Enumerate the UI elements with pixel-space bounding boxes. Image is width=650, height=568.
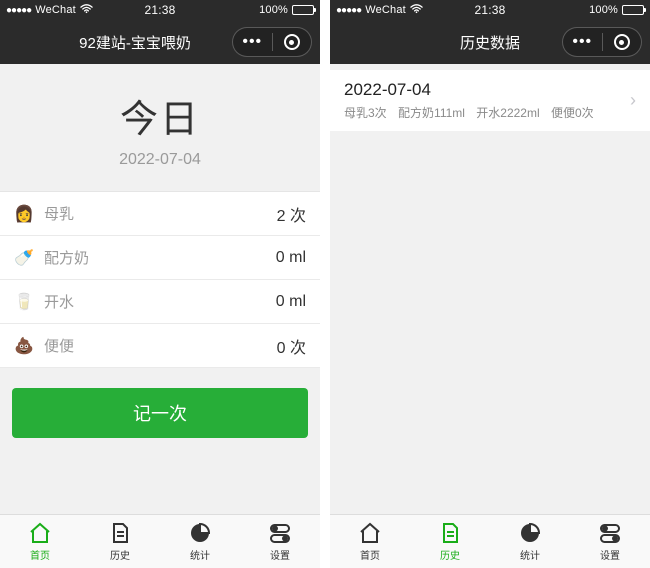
tab-settings[interactable]: 设置 — [240, 515, 320, 568]
history-date: 2022-07-04 — [344, 80, 630, 100]
nav-bar: 92建站-宝宝喂奶 ••• — [0, 20, 320, 64]
hero-title: 今日 — [0, 88, 320, 143]
battery-pct: 100% — [259, 4, 288, 16]
battery-icon — [622, 5, 644, 15]
row-value: 0 ml — [276, 293, 306, 311]
row-label: 便便 — [44, 335, 277, 356]
tab-bar: 首页 历史 统计 设置 — [0, 514, 320, 568]
tab-stats[interactable]: 统计 — [160, 515, 240, 568]
tab-history[interactable]: 历史 — [410, 515, 490, 568]
row-value: 0 ml — [276, 249, 306, 267]
home-icon — [28, 521, 52, 545]
capsule-menu[interactable]: ••• — [232, 27, 312, 57]
tab-stats[interactable]: 统计 — [490, 515, 570, 568]
tab-label: 设置 — [270, 547, 290, 562]
row-label: 开水 — [44, 291, 276, 312]
document-icon — [438, 521, 462, 545]
battery-icon — [292, 5, 314, 15]
signal-icon: ●●●●● — [6, 5, 31, 16]
capsule-more-icon[interactable]: ••• — [233, 34, 272, 50]
capsule-menu[interactable]: ••• — [562, 27, 642, 57]
row-label: 母乳 — [44, 203, 277, 224]
capsule-close-icon[interactable] — [273, 34, 312, 50]
tab-home[interactable]: 首页 — [0, 515, 80, 568]
tab-home[interactable]: 首页 — [330, 515, 410, 568]
tab-history[interactable]: 历史 — [80, 515, 160, 568]
toggle-icon — [268, 521, 292, 545]
breast-icon: 👩 — [14, 204, 34, 224]
capsule-close-icon[interactable] — [603, 34, 642, 50]
history-item[interactable]: 2022-07-04 母乳3次 配方奶111ml 开水2222ml 便便0次 › — [330, 70, 650, 131]
carrier-label: WeChat — [365, 4, 406, 16]
screen-history: ●●●●● WeChat 21:38 100% 历史数据 ••• 2022-07… — [330, 0, 650, 568]
page-title: 历史数据 — [460, 32, 520, 53]
status-bar: ●●●●● WeChat 21:38 100% — [0, 0, 320, 20]
carrier-label: WeChat — [35, 4, 76, 16]
row-breast[interactable]: 👩 母乳 2 次 — [0, 192, 320, 236]
tab-label: 设置 — [600, 547, 620, 562]
tab-label: 首页 — [360, 547, 380, 562]
tab-label: 历史 — [110, 547, 130, 562]
chevron-right-icon: › — [630, 90, 636, 111]
hero-date: 2022-07-04 — [0, 151, 320, 169]
tab-label: 统计 — [520, 547, 540, 562]
tab-settings[interactable]: 设置 — [570, 515, 650, 568]
signal-icon: ●●●●● — [336, 5, 361, 16]
row-formula[interactable]: 🍼 配方奶 0 ml — [0, 236, 320, 280]
clock: 21:38 — [474, 3, 505, 17]
clock: 21:38 — [144, 3, 175, 17]
summary-list: 👩 母乳 2 次 🍼 配方奶 0 ml 🥛 开水 0 ml 💩 便便 0 次 — [0, 191, 320, 368]
wifi-icon — [410, 4, 423, 17]
row-value: 2 次 — [277, 202, 306, 226]
home-icon — [358, 521, 382, 545]
nav-bar: 历史数据 ••• — [330, 20, 650, 64]
wifi-icon — [80, 4, 93, 17]
page-title: 92建站-宝宝喂奶 — [79, 32, 191, 53]
screen-home: ●●●●● WeChat 21:38 100% 92建站-宝宝喂奶 ••• 今日… — [0, 0, 320, 568]
toggle-icon — [598, 521, 622, 545]
capsule-more-icon[interactable]: ••• — [563, 34, 602, 50]
document-icon — [108, 521, 132, 545]
bottle-icon: 🍼 — [14, 248, 34, 268]
today-hero: 今日 2022-07-04 — [0, 64, 320, 191]
record-button[interactable]: 记一次 — [12, 388, 308, 438]
row-label: 配方奶 — [44, 247, 276, 268]
tab-label: 统计 — [190, 547, 210, 562]
row-poop[interactable]: 💩 便便 0 次 — [0, 324, 320, 368]
chart-icon — [518, 521, 542, 545]
chart-icon — [188, 521, 212, 545]
tab-label: 首页 — [30, 547, 50, 562]
cup-icon: 🥛 — [14, 292, 34, 312]
row-value: 0 次 — [277, 334, 306, 358]
tab-bar: 首页 历史 统计 设置 — [330, 514, 650, 568]
history-summary: 母乳3次 配方奶111ml 开水2222ml 便便0次 — [344, 104, 630, 121]
tab-label: 历史 — [440, 547, 460, 562]
poop-icon: 💩 — [14, 336, 34, 356]
battery-pct: 100% — [589, 4, 618, 16]
status-bar: ●●●●● WeChat 21:38 100% — [330, 0, 650, 20]
record-button-label: 记一次 — [133, 400, 187, 426]
row-water[interactable]: 🥛 开水 0 ml — [0, 280, 320, 324]
